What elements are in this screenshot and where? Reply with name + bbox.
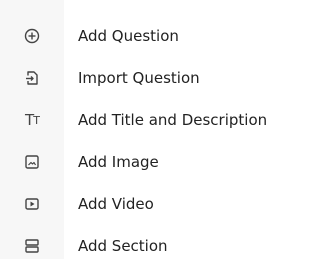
image-icon (0, 154, 64, 170)
add-content-menu: Add Question Import Question TT Add Titl… (0, 15, 302, 267)
add-video-item[interactable]: Add Video (0, 183, 302, 225)
title-icon-glyph-large: T (25, 111, 34, 129)
add-image-item[interactable]: Add Image (0, 141, 302, 183)
add-section-label: Add Section (78, 237, 168, 255)
add-question-item[interactable]: Add Question (0, 15, 302, 57)
section-icon (0, 238, 64, 254)
title-icon-glyph-small: T (33, 113, 40, 127)
import-question-label: Import Question (78, 69, 200, 87)
add-section-item[interactable]: Add Section (0, 225, 302, 267)
add-circle-icon (0, 28, 64, 44)
add-title-description-item[interactable]: TT Add Title and Description (0, 99, 302, 141)
add-image-label: Add Image (78, 153, 159, 171)
video-icon (0, 196, 64, 212)
import-question-item[interactable]: Import Question (0, 57, 302, 99)
add-question-label: Add Question (78, 27, 179, 45)
add-video-label: Add Video (78, 195, 154, 213)
add-title-description-label: Add Title and Description (78, 111, 268, 129)
import-icon (0, 70, 64, 86)
text-title-icon: TT (0, 111, 64, 129)
